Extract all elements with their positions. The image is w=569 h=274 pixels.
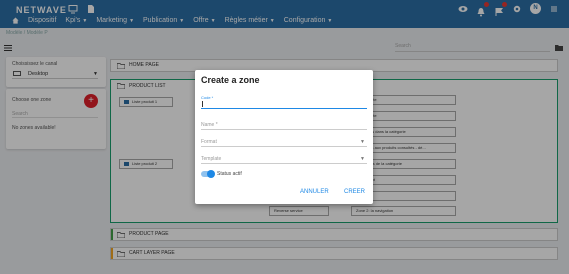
dialog-title: Create a zone: [201, 75, 260, 85]
name-field[interactable]: [201, 120, 367, 130]
text-cursor: [202, 101, 203, 107]
toggle-knob: [207, 170, 215, 178]
template-select[interactable]: [201, 154, 367, 164]
cancel-button[interactable]: ANNULER: [300, 189, 329, 195]
format-select[interactable]: [201, 137, 367, 147]
create-button[interactable]: CREER: [344, 189, 365, 195]
code-field[interactable]: [201, 100, 367, 109]
template-label: Template: [201, 156, 222, 162]
chevron-down-icon: ▼: [360, 139, 365, 145]
create-zone-dialog: Create a zone Code * Name * Format ▼ Tem…: [195, 70, 373, 204]
name-label: Name *: [201, 122, 218, 128]
format-label: Format: [201, 139, 217, 145]
chevron-down-icon: ▼: [360, 156, 365, 162]
status-toggle[interactable]: [201, 170, 215, 178]
status-label: Status actif: [217, 171, 242, 177]
